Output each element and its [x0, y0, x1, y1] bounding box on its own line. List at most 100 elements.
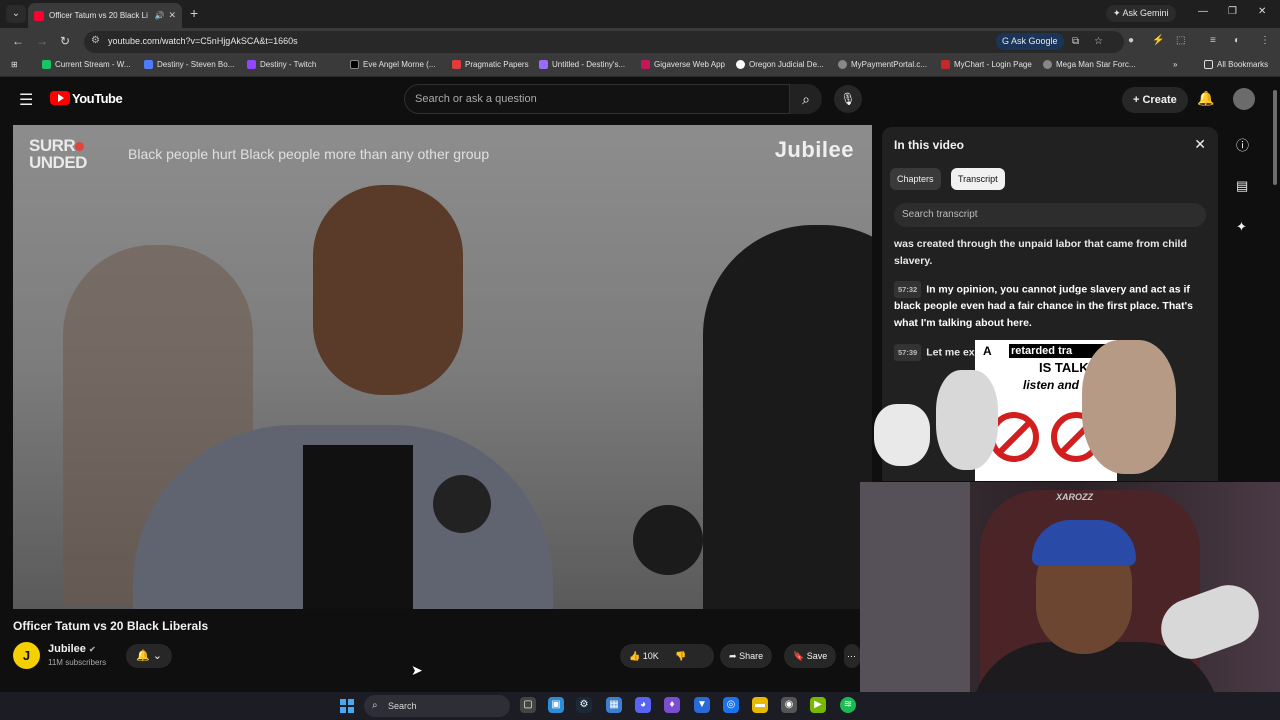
bookmark-item[interactable]: MyPaymentPortal.c...	[838, 60, 927, 69]
bookmark-label: Gigaverse Web App	[654, 60, 726, 69]
save-button[interactable]: 🔖 Save	[784, 644, 837, 668]
back-icon[interactable]: ←	[12, 34, 24, 48]
ask-google-button[interactable]: G Ask Google	[996, 33, 1064, 50]
like-button[interactable]: 👍 10K	[629, 651, 659, 661]
bookmark-item[interactable]: Untitled - Destiny's...	[539, 60, 625, 69]
extension-icon[interactable]: ●	[1128, 35, 1134, 46]
subscriber-count: 11M subscribers	[48, 658, 107, 667]
bookmark-item[interactable]: Destiny - Steven Bo...	[144, 60, 234, 69]
bookmarks-overflow-icon[interactable]: »	[1173, 60, 1177, 69]
youtube-logo-icon[interactable]	[50, 91, 70, 105]
tab-chapters[interactable]: Chapters	[890, 168, 941, 190]
app-icon[interactable]: ▼	[694, 697, 710, 713]
nvidia-icon[interactable]: ▶	[810, 697, 826, 713]
bookmark-item[interactable]: Gigaverse Web App	[641, 60, 725, 69]
tab-search-dropdown-icon[interactable]: ⌄	[6, 5, 26, 23]
extension-icon[interactable]: ⚡	[1152, 35, 1164, 46]
like-dislike-group: 👍 10K 👎	[620, 644, 714, 668]
bookmark-icon: 🔖	[793, 651, 805, 661]
bookmark-label: Eve Angel Morne (...	[363, 60, 436, 69]
close-icon[interactable]: ✕	[1194, 136, 1206, 153]
address-bar[interactable]: ⚙ youtube.com/watch?v=C5nHjgAkSCA&t=1660…	[84, 31, 1124, 53]
chrome-icon[interactable]: ◉	[781, 697, 797, 713]
like-count: 10K	[642, 651, 659, 661]
reload-icon[interactable]: ↻	[60, 34, 70, 48]
discord-icon[interactable]: ◕	[635, 697, 651, 713]
file-explorer-icon[interactable]: ▬	[752, 697, 768, 713]
tab-transcript[interactable]: Transcript	[951, 168, 1005, 190]
ask-gemini-button[interactable]: ✦ Ask Gemini	[1106, 5, 1176, 22]
window-close-icon[interactable]: ✕	[1258, 6, 1266, 17]
search-input[interactable]: Search or ask a question	[404, 84, 790, 114]
bookmark-label: Pragmatic Papers	[465, 60, 529, 69]
tab-close-icon[interactable]: ✕	[168, 10, 176, 21]
edge-icon[interactable]: ◎	[723, 697, 739, 713]
windows-taskbar: ⌕ Search ▢ ▣ ⚙ ▦ ◕ ♦ ▼ ◎ ▬ ◉ ▶ ≋	[0, 692, 1280, 720]
dislike-icon[interactable]: 👎	[675, 651, 686, 661]
audio-playing-icon[interactable]: 🔊	[154, 11, 164, 20]
bookmark-item[interactable]: Pragmatic Papers	[452, 60, 529, 69]
browser-tab-active[interactable]: Officer Tatum vs 20 Black Li 🔊 ✕	[28, 3, 182, 28]
bookmark-item[interactable]: MyChart - Login Page	[941, 60, 1032, 69]
info-icon[interactable]: ⓘ	[1236, 135, 1249, 154]
site-info-icon[interactable]: ⚙	[91, 35, 100, 46]
scrollbar-thumb[interactable]	[1273, 90, 1277, 185]
microphone-icon[interactable]: 🎙	[834, 85, 862, 113]
bookmarks-bar: ⊞ Current Stream - W... Destiny - Steven…	[0, 56, 1280, 77]
bookmark-item[interactable]: Oregon Judicial De...	[736, 60, 824, 69]
restore-icon[interactable]: ❐	[1228, 6, 1237, 17]
install-app-icon[interactable]: ⧉	[1072, 36, 1079, 47]
ask-sparkle-icon[interactable]: ✦	[1236, 219, 1247, 235]
bookmark-item[interactable]: Eve Angel Morne (...	[350, 60, 435, 69]
bookmark-label: MyPaymentPortal.c...	[851, 60, 928, 69]
bookmark-item[interactable]: Mega Man Star Forc...	[1043, 60, 1136, 69]
notifications-bell-icon[interactable]: 🔔	[1197, 90, 1214, 107]
bookmark-favicon-icon	[941, 60, 950, 69]
hamburger-menu-icon[interactable]: ☰	[19, 90, 33, 110]
bookmark-favicon-icon	[144, 60, 153, 69]
channel-name[interactable]: Jubilee ✔	[48, 643, 96, 655]
bookmark-item[interactable]: Current Stream - W...	[42, 60, 131, 69]
apps-grid-icon[interactable]: ⊞	[11, 60, 18, 69]
bookmark-item[interactable]: Destiny - Twitch	[247, 60, 316, 69]
logo-dot-icon	[75, 142, 85, 152]
new-tab-button[interactable]: +	[190, 5, 198, 21]
subscribed-bell-button[interactable]: 🔔 ⌄	[126, 644, 172, 668]
transcript-search-input[interactable]: Search transcript	[894, 203, 1206, 227]
search-icon: ⌕	[372, 700, 378, 711]
bookmark-favicon-icon	[641, 60, 650, 69]
interviewer-silhouette	[703, 225, 872, 609]
search-icon[interactable]: ⌕	[790, 84, 822, 114]
youtube-favicon-icon	[34, 10, 44, 21]
comments-icon[interactable]: ▤	[1236, 178, 1248, 194]
app-icon[interactable]: ▣	[548, 697, 564, 713]
speaker-head	[313, 185, 463, 395]
video-player[interactable]: SURR UNDED Black people hurt Black people…	[13, 125, 872, 609]
task-view-icon[interactable]: ▢	[520, 697, 536, 713]
minimize-icon[interactable]: —	[1198, 6, 1208, 17]
tab-groups-icon[interactable]: ≡	[1210, 35, 1216, 46]
transcript-segment-active[interactable]: 57:32 In my opinion, you cannot judge sla…	[894, 281, 1204, 332]
spotify-icon[interactable]: ≋	[840, 697, 856, 713]
channel-avatar[interactable]: J	[13, 642, 40, 669]
sticker-line-2: IS TALK	[1039, 360, 1089, 375]
more-actions-icon[interactable]: ⋯	[844, 644, 860, 668]
all-bookmarks-button[interactable]: All Bookmarks	[1204, 60, 1268, 69]
extensions-puzzle-icon[interactable]: ⬚	[1176, 35, 1185, 46]
share-button[interactable]: ➦ Share	[720, 644, 773, 668]
youtube-wordmark[interactable]: YouTube	[72, 91, 123, 106]
photos-icon[interactable]: ▦	[606, 697, 622, 713]
tab-title: Officer Tatum vs 20 Black Li	[49, 11, 148, 20]
windows-start-icon[interactable]	[340, 699, 354, 713]
chair-brand: XAROZZ	[1056, 492, 1093, 502]
transcript-segment[interactable]: was created through the unpaid labor tha…	[894, 236, 1204, 270]
menu-kebab-icon[interactable]: ⋮	[1260, 35, 1270, 46]
app-icon[interactable]: ♦	[664, 697, 680, 713]
steam-icon[interactable]: ⚙	[576, 697, 592, 713]
profile-icon[interactable]: ◐	[1234, 35, 1240, 46]
create-button[interactable]: + Create	[1122, 87, 1188, 113]
forward-icon[interactable]: →	[36, 34, 48, 48]
taskbar-search-input[interactable]: ⌕ Search	[364, 695, 510, 717]
bookmark-star-icon[interactable]: ☆	[1094, 36, 1103, 47]
avatar[interactable]	[1233, 88, 1255, 110]
